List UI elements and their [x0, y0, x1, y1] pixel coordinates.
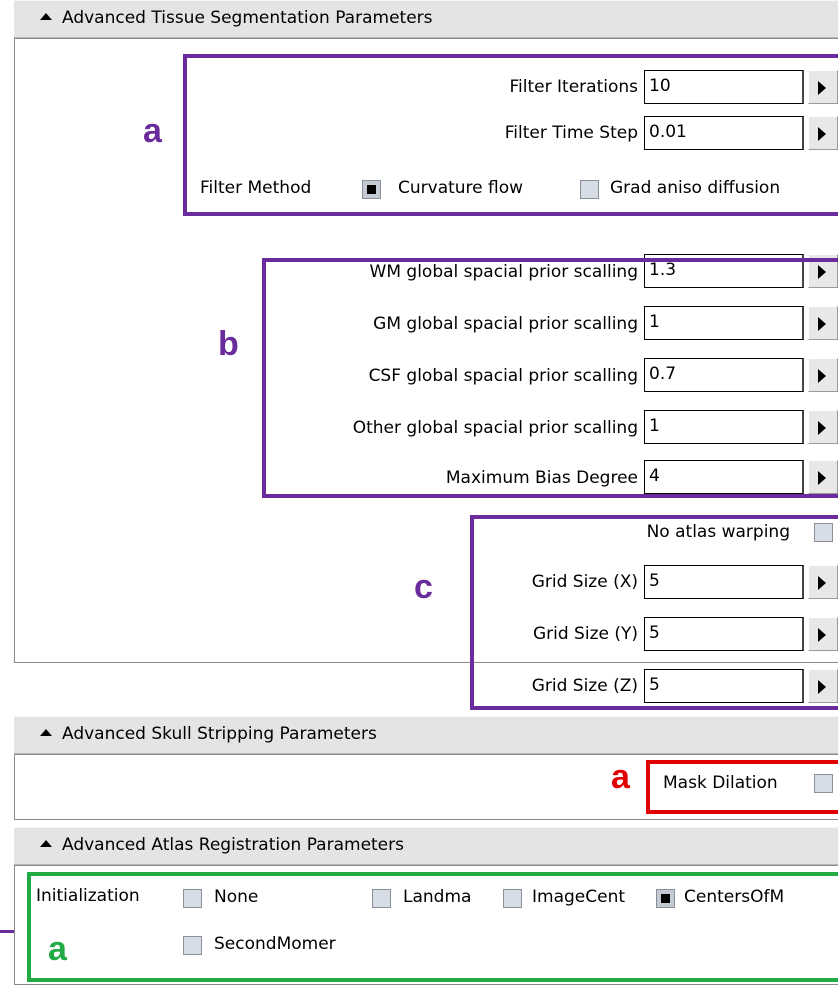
annotation-label-atlas-a: a [48, 930, 67, 968]
skull-section-title: Advanced Skull Stripping Parameters [62, 724, 377, 744]
atlas-section-title: Advanced Atlas Registration Parameters [62, 835, 404, 855]
annotation-box-tissue-a [183, 54, 838, 216]
annotation-label-tissue-b: b [218, 325, 239, 363]
annotation-box-tissue-b [262, 258, 838, 498]
tissue-section-title: Advanced Tissue Segmentation Parameters [62, 8, 433, 28]
annotation-label-tissue-c: c [414, 568, 433, 606]
annotation-label-tissue-a: a [143, 112, 162, 150]
annotation-box-atlas-a [27, 872, 838, 982]
collapse-triangle-icon[interactable] [40, 729, 52, 736]
collapse-triangle-icon[interactable] [40, 13, 52, 20]
skull-section-header[interactable]: Advanced Skull Stripping Parameters [14, 716, 838, 754]
collapse-triangle-icon[interactable] [40, 840, 52, 847]
tissue-section-header[interactable]: Advanced Tissue Segmentation Parameters [14, 0, 838, 38]
annotation-box-skull-a [646, 760, 838, 814]
atlas-section-header[interactable]: Advanced Atlas Registration Parameters [14, 827, 838, 865]
annotation-label-skull-a: a [611, 758, 630, 796]
edge-marker [0, 930, 14, 933]
annotation-box-tissue-c [470, 515, 838, 710]
